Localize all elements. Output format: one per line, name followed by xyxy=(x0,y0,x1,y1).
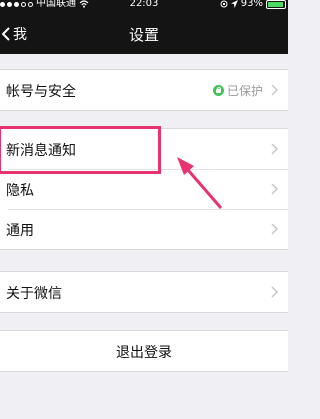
settings-group-about: 关于微信 xyxy=(0,271,288,313)
battery-icon xyxy=(266,0,286,9)
page-title: 设置 xyxy=(128,26,159,44)
logout-label: 退出登录 xyxy=(116,345,172,361)
settings-group-account: 帐号与安全 已保护 xyxy=(0,69,288,111)
nav-bar: 我 设置 xyxy=(0,14,288,54)
logout-button[interactable]: 退出登录 xyxy=(0,331,288,371)
battery-percent: 93% xyxy=(240,0,263,9)
row-label: 帐号与安全 xyxy=(6,84,76,100)
row-label: 隐私 xyxy=(6,183,34,199)
protected-status: 已保护 xyxy=(212,82,263,99)
row-about-wechat[interactable]: 关于微信 xyxy=(0,272,288,312)
chevron-right-icon xyxy=(271,143,278,155)
protected-status-text: 已保护 xyxy=(226,84,263,98)
chevron-right-icon xyxy=(271,223,278,235)
location-icon xyxy=(230,0,238,8)
status-right: 93% xyxy=(220,0,286,9)
status-bar: 中国联通 22:03 93% xyxy=(0,0,288,14)
row-label: 通用 xyxy=(6,223,34,239)
lock-icon xyxy=(212,85,224,96)
chevron-right-icon xyxy=(271,183,278,195)
row-privacy[interactable]: 隐私 xyxy=(0,169,288,209)
highlight-box xyxy=(0,126,161,174)
rotation-lock-icon xyxy=(220,0,228,8)
row-general[interactable]: 通用 xyxy=(0,209,288,249)
chevron-right-icon xyxy=(271,286,278,298)
row-account-security[interactable]: 帐号与安全 已保护 xyxy=(0,70,288,110)
chevron-right-icon xyxy=(271,84,278,96)
row-label: 关于微信 xyxy=(6,286,62,302)
settings-group-logout: 退出登录 xyxy=(0,330,288,372)
